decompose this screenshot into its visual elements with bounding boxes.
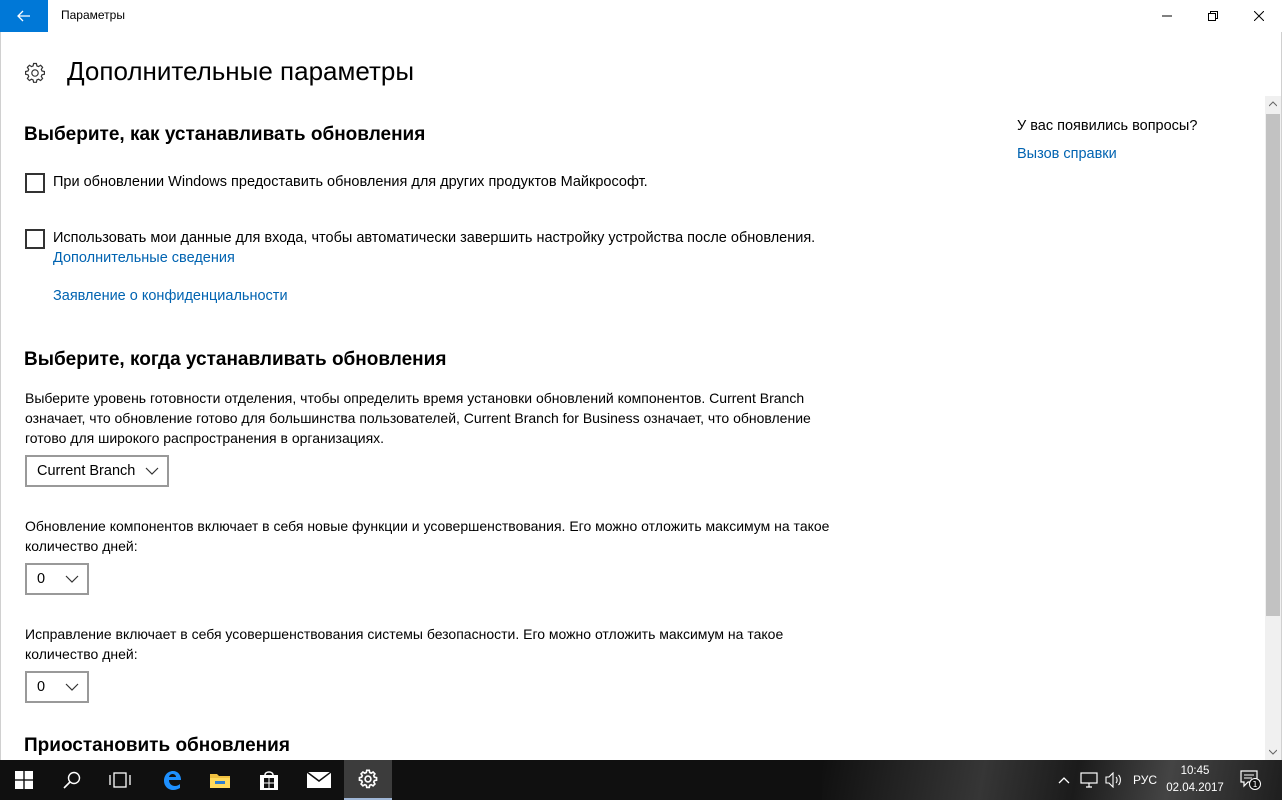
chevron-up-icon	[1269, 101, 1277, 107]
clock[interactable]: 10:45 02.04.2017	[1160, 763, 1230, 797]
notification-icon: 1	[1240, 770, 1261, 790]
chevron-down-icon	[65, 683, 79, 691]
section-title-pause: Приостановить обновления	[24, 735, 290, 756]
branch-description: Выберите уровень готовности отделения, ч…	[25, 390, 811, 446]
volume-icon	[1105, 772, 1121, 788]
mail-icon	[307, 772, 331, 788]
edge-button[interactable]	[148, 760, 196, 800]
chevron-up-icon	[1058, 777, 1070, 784]
notification-count: 1	[1252, 780, 1257, 789]
restore-button[interactable]	[1190, 0, 1236, 32]
branch-select-value: Current Branch	[37, 463, 136, 479]
feature-defer-value: 0	[37, 571, 46, 587]
back-button[interactable]	[0, 0, 48, 32]
arrow-left-icon	[17, 10, 30, 22]
checkbox-box[interactable]	[25, 173, 45, 193]
chevron-down-icon	[65, 575, 79, 583]
help-question: У вас появились вопросы?	[1017, 118, 1198, 134]
close-button[interactable]	[1236, 0, 1282, 32]
edge-icon	[164, 771, 181, 790]
clock-time: 10:45	[1180, 765, 1210, 777]
search-icon	[63, 771, 81, 789]
gear-icon	[24, 62, 46, 89]
scroll-up-button[interactable]	[1265, 96, 1281, 112]
checkbox-signin-data[interactable]	[25, 229, 45, 249]
settings-button[interactable]	[344, 760, 392, 800]
quality-defer-select[interactable]: 0	[25, 671, 89, 703]
checkbox-other-products-label[interactable]: При обновлении Windows предоставить обно…	[53, 174, 648, 190]
title-bar: Параметры	[0, 0, 1282, 32]
clock-date: 02.04.2017	[1166, 782, 1224, 794]
quality-defer-value: 0	[37, 679, 46, 695]
quality-defer-text: Исправление включает в себя усовершенств…	[25, 626, 784, 662]
app-title: Параметры	[61, 8, 125, 22]
network-button[interactable]	[1080, 760, 1098, 800]
store-icon	[260, 771, 278, 790]
restore-icon	[1208, 11, 1218, 21]
settings-icon	[358, 769, 378, 789]
mail-button[interactable]	[295, 760, 343, 800]
input-language[interactable]: РУС	[1133, 760, 1157, 800]
file-explorer-icon	[210, 774, 230, 788]
scroll-thumb[interactable]	[1266, 114, 1280, 616]
scroll-down-button[interactable]	[1265, 744, 1281, 760]
chevron-down-icon	[1269, 749, 1277, 755]
task-view-button[interactable]	[96, 760, 144, 800]
file-explorer-button[interactable]	[196, 760, 244, 800]
get-help-link[interactable]: Вызов справки	[1017, 146, 1117, 162]
section-title-install-when: Выберите, когда устанавливать обновления	[24, 349, 447, 370]
search-button[interactable]	[48, 760, 96, 800]
taskbar: РУС 10:45 02.04.2017 1	[0, 760, 1282, 800]
minimize-icon	[1162, 15, 1172, 17]
checkbox-box[interactable]	[25, 229, 45, 249]
more-info-link[interactable]: Дополнительные сведения	[53, 250, 235, 266]
vertical-scrollbar[interactable]	[1265, 96, 1281, 760]
page-title: Дополнительные параметры	[67, 56, 415, 86]
close-icon	[1254, 11, 1264, 21]
start-button[interactable]	[0, 760, 48, 800]
task-view-icon	[109, 772, 131, 788]
start-icon	[15, 771, 33, 789]
show-hidden-icons-button[interactable]	[1058, 760, 1070, 800]
feature-defer-select[interactable]: 0	[25, 563, 89, 595]
feature-defer-text: Обновление компонентов включает в себя н…	[25, 518, 830, 554]
checkbox-signin-data-label[interactable]: Использовать мои данные для входа, чтобы…	[53, 230, 815, 246]
store-button[interactable]	[245, 760, 293, 800]
volume-button[interactable]	[1105, 760, 1123, 800]
action-center-button[interactable]: 1	[1240, 760, 1262, 800]
branch-select[interactable]: Current Branch	[25, 455, 169, 487]
section-title-install-how: Выберите, как устанавливать обновления	[24, 124, 426, 145]
network-icon	[1080, 772, 1098, 788]
minimize-button[interactable]	[1144, 0, 1190, 32]
checkbox-other-products[interactable]	[25, 173, 45, 193]
privacy-statement-link[interactable]: Заявление о конфиденциальности	[53, 288, 288, 304]
chevron-down-icon	[145, 467, 159, 475]
